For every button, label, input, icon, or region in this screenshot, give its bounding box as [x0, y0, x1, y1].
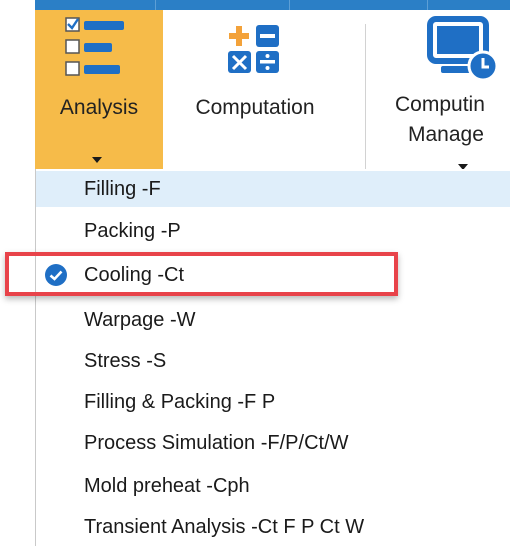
- title-bar-strip: [35, 0, 510, 10]
- menu-item-label: Process Simulation -F/P/Ct/W: [84, 432, 349, 454]
- calculator-icon: [228, 25, 279, 73]
- menu-item-label: Filling -F: [84, 178, 161, 200]
- computation-label: Computation: [195, 96, 315, 119]
- analysis-button[interactable]: Analysis: [35, 10, 163, 169]
- menu-item-cooling[interactable]: Cooling -Ct: [36, 257, 510, 293]
- chevron-down-icon: [92, 157, 102, 163]
- menu-item-mold-preheat[interactable]: Mold preheat -Cph: [36, 468, 510, 504]
- computation-button[interactable]: Computation: [175, 10, 335, 169]
- menu-item-process-simulation[interactable]: Process Simulation -F/P/Ct/W: [36, 425, 510, 461]
- menu-item-packing[interactable]: Packing -P: [36, 213, 510, 249]
- analysis-dropdown-menu: Filling -F Packing -P Cooling -Ct Warpag…: [35, 169, 510, 546]
- menu-item-label: Cooling -Ct: [84, 264, 185, 286]
- computing-manager-label-line2: Manage: [408, 123, 484, 146]
- menu-item-label: Warpage -W: [84, 309, 196, 331]
- analysis-label: Analysis: [59, 96, 139, 119]
- menu-item-transient-analysis[interactable]: Transient Analysis -Ct F P Ct W: [36, 509, 510, 545]
- menu-item-label: Packing -P: [84, 220, 181, 242]
- ribbon-divider: [365, 24, 366, 174]
- monitor-clock-icon: [427, 16, 499, 82]
- menu-item-label: Transient Analysis -Ct F P Ct W: [84, 516, 365, 538]
- menu-item-warpage[interactable]: Warpage -W: [36, 302, 510, 338]
- menu-item-filling[interactable]: Filling -F: [36, 171, 510, 207]
- menu-item-label: Mold preheat -Cph: [84, 475, 250, 497]
- ribbon-toolbar: Analysis Computation Computin Manage: [35, 10, 510, 174]
- menu-item-filling-packing[interactable]: Filling & Packing -F P: [36, 384, 510, 420]
- computing-manager-label-line1: Computin: [395, 93, 485, 116]
- checklist-icon: [65, 17, 124, 76]
- computing-manager-button[interactable]: Computin Manage: [375, 10, 510, 169]
- check-circle-icon: [45, 264, 67, 286]
- menu-item-label: Stress -S: [84, 350, 167, 372]
- menu-item-stress[interactable]: Stress -S: [36, 343, 510, 379]
- menu-item-label: Filling & Packing -F P: [84, 391, 276, 413]
